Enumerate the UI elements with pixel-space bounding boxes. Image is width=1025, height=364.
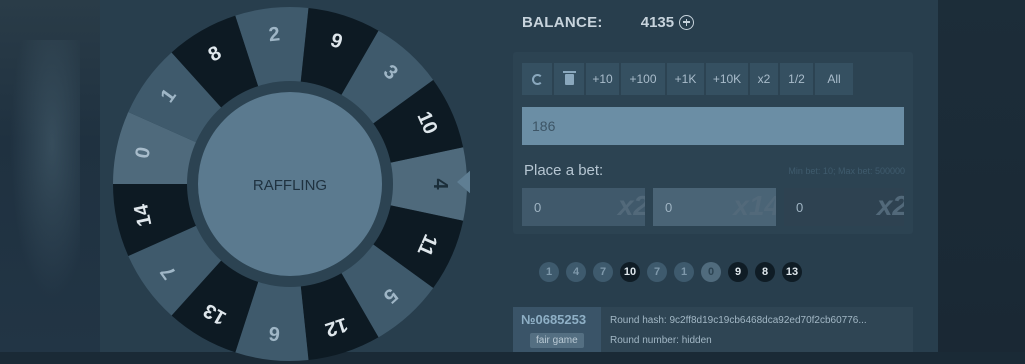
refresh-button[interactable] <box>522 63 552 95</box>
wheel-segment-number: 6 <box>268 322 281 345</box>
half-button[interactable]: 1/2 <box>780 63 813 95</box>
bet-red-x2[interactable]: 0 x2 <box>522 188 645 226</box>
double-button[interactable]: x2 <box>750 63 778 95</box>
history-ball: 10 <box>620 262 640 282</box>
bet-black-multiplier: x2 <box>876 190 904 221</box>
balance-label: BALANCE: <box>522 13 603 31</box>
background-left <box>0 0 100 352</box>
background-right <box>938 0 1025 352</box>
history-ball: 7 <box>647 262 667 282</box>
add-100-button[interactable]: +100 <box>621 63 665 95</box>
history-ball: 1 <box>539 262 559 282</box>
bet-red-amount: 0 <box>534 199 542 215</box>
wheel-svg: 4115126137140182 9310 RAFFLING <box>113 7 470 361</box>
bet-red-multiplier: x2 <box>617 190 645 221</box>
history-ball: 1 <box>674 262 694 282</box>
bet-toolbar: +10 +100 +1K +10K x2 1/2 All <box>522 63 904 95</box>
add-1k-button[interactable]: +1K <box>667 63 704 95</box>
history-ball: 4 <box>566 262 586 282</box>
round-hash: Round hash: 9c2ff8d19c19cb6468dca92ed70f… <box>610 315 867 326</box>
history-ball: 9 <box>728 262 748 282</box>
balance-value: 4135 <box>640 13 675 31</box>
fair-game-badge[interactable]: fair game <box>530 333 584 348</box>
roulette-wheel: 4 11 5 12 6 13 7 14 0 1 8 2 9 3 10 RAFFLING <box>110 4 470 364</box>
bet-black-amount: 0 <box>796 199 804 215</box>
wheel-center-label: RAFFLING <box>253 177 327 194</box>
round-number-status: Round number: hidden <box>610 335 712 346</box>
bet-green-multiplier: x14 <box>733 190 776 221</box>
balance-row: BALANCE: 4135 <box>522 10 695 34</box>
refresh-icon <box>531 73 543 85</box>
clear-button[interactable] <box>554 63 584 95</box>
wheel-segment-number: 4 <box>429 178 451 190</box>
history-ball: 8 <box>755 262 775 282</box>
history-ball: 13 <box>782 262 802 282</box>
history-ball: 0 <box>701 262 721 282</box>
add-10-button[interactable]: +10 <box>586 63 619 95</box>
trash-icon <box>562 70 576 85</box>
wheel-segment-number: 2 <box>268 23 281 46</box>
place-bet-label: Place a bet: <box>524 162 604 179</box>
bet-limits: Min bet: 10; Max bet: 500000 <box>788 166 905 176</box>
history-row: 1 4 7 10 7 1 0 9 8 13 <box>539 262 802 282</box>
all-in-button[interactable]: All <box>815 63 853 95</box>
add-balance-icon[interactable] <box>679 14 695 30</box>
bet-black-x2[interactable]: 0 x2 <box>784 188 904 226</box>
history-ball: 7 <box>593 262 613 282</box>
add-10k-button[interactable]: +10K <box>706 63 748 95</box>
bet-amount-input[interactable]: 186 <box>522 107 904 145</box>
round-id: №0685253 <box>521 312 587 327</box>
bet-green-amount: 0 <box>665 199 673 215</box>
bet-green-x14[interactable]: 0 x14 <box>653 188 776 226</box>
